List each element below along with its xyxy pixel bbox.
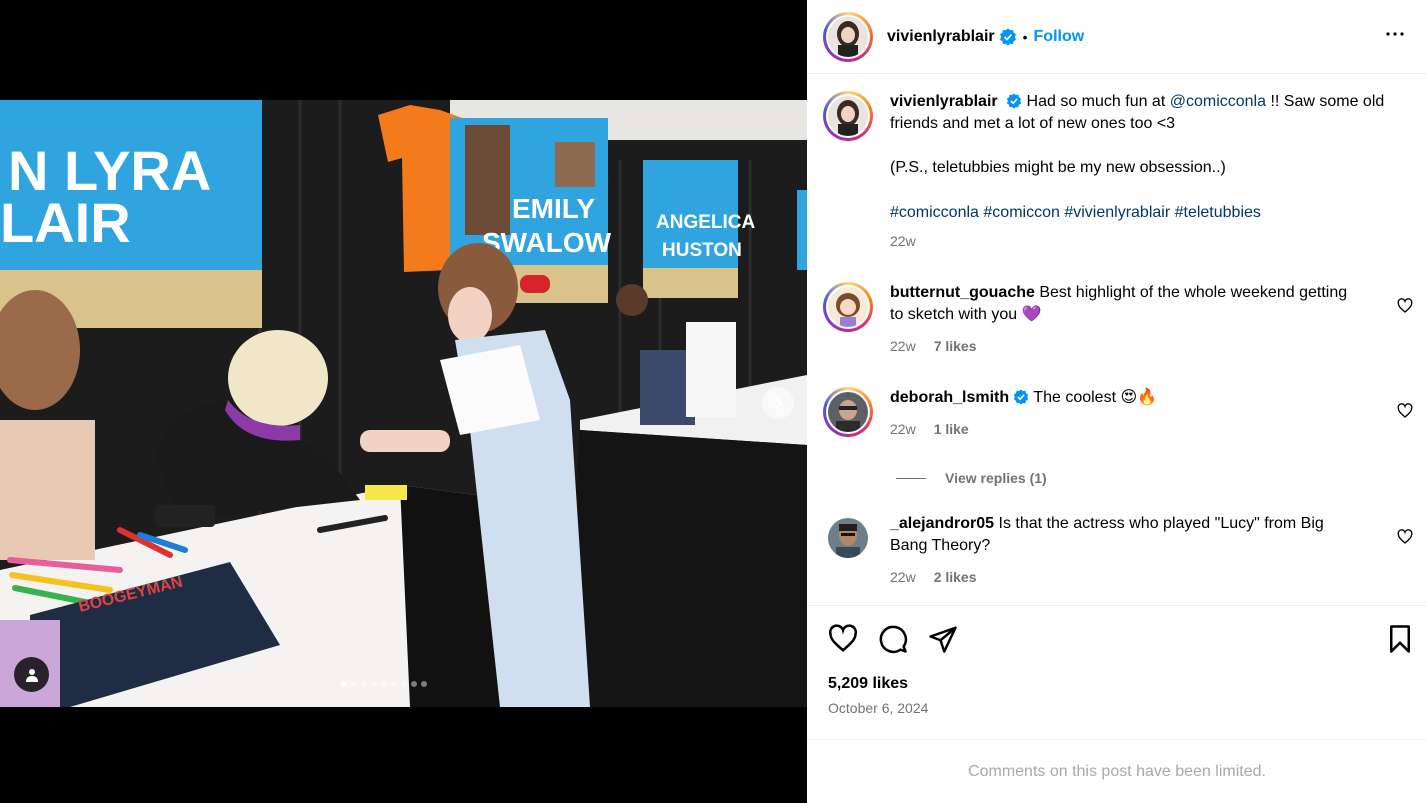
comment-likes[interactable]: 7 likes [934,335,977,357]
view-replies-label: View replies (1) [945,470,1047,486]
share-icon[interactable] [928,624,958,654]
comment-item: _alejandror05 Is that the actress who pl… [823,513,1413,588]
carousel-dot [371,681,377,687]
comment-item: butternut_gouache Best highlight of the … [823,282,1413,357]
comment-likes[interactable]: 1 like [934,418,969,440]
view-replies-button[interactable]: View replies (1) [896,470,1047,486]
caption-ps: (P.S., teletubbies might be my new obses… [890,159,1226,176]
banner-left-line2: LAIR [0,191,131,254]
commenter-avatar-image [828,392,868,432]
caption-mention[interactable]: @comicconla [1170,93,1266,110]
post-photo[interactable]: N LYRA LAIR EMILY SWALOW ANGELICA HUSTON [0,100,807,707]
carousel-dot [381,681,387,687]
banner-mid-line1: EMILY [512,193,595,224]
comment-timestamp[interactable]: 22w [890,418,916,440]
replies-divider [896,477,926,479]
banner-right-line2: HUSTON [662,240,742,261]
carousel-dot [411,681,417,687]
comment-username[interactable]: _alejandror05 [890,515,994,532]
media-pane: N LYRA LAIR EMILY SWALOW ANGELICA HUSTON [0,0,807,803]
caption-body: vivienlyrablair Had so much fun at @comi… [890,91,1390,252]
hashtag-link[interactable]: #vivienlyrablair [1064,204,1170,221]
hashtag-link[interactable]: #teletubbies [1175,204,1261,221]
heart-icon[interactable] [1397,298,1413,314]
comments-limited-text: Comments on this post have been limited. [968,762,1266,780]
author-avatar[interactable] [823,11,873,62]
comment-body: _alejandror05 Is that the actress who pl… [890,513,1360,588]
caption-username[interactable]: vivienlyrablair [890,93,998,110]
more-options-button[interactable] [1379,18,1411,55]
comment-meta: 22w 1 like [890,418,1360,440]
carousel-indicator [341,681,427,687]
verified-icon [1014,389,1029,405]
post-date[interactable]: October 6, 2024 [828,700,928,716]
commenter-avatar-image [828,287,868,327]
carousel-dot [341,681,347,687]
comments-limited-notice: Comments on this post have been limited. [807,739,1427,803]
like-count[interactable]: 5,209 likes [828,675,908,693]
commenter-avatar-image [828,518,868,558]
caption-timestamp[interactable]: 22w [890,230,916,252]
comment-meta: 22w 2 likes [890,566,1360,588]
commenter-avatar[interactable] [823,387,873,437]
author-avatar-image [828,16,868,57]
comment-body: deborah_lsmith The coolest 😍🔥 22w 1 like [890,387,1360,440]
heart-icon[interactable] [828,624,858,654]
comment-item: deborah_lsmith The coolest 😍🔥 22w 1 like [823,387,1413,440]
user-tag-icon [25,668,38,682]
heart-icon[interactable] [1397,529,1413,545]
heart-icon[interactable] [1397,403,1413,419]
comment-timestamp[interactable]: 22w [890,335,916,357]
carousel-dot [401,681,407,687]
comment-username[interactable]: deborah_lsmith [890,389,1009,406]
verified-icon [1006,93,1022,109]
next-slide-button[interactable] [762,387,794,419]
action-bar [807,605,1427,667]
carousel-dot [421,681,427,687]
next-arrow-icon [775,397,783,409]
photo-illustration: N LYRA LAIR EMILY SWALOW ANGELICA HUSTON [0,100,807,707]
caption: vivienlyrablair Had so much fun at @comi… [823,91,1413,252]
caption-text-start: Had so much fun at [1026,93,1170,110]
post-side-panel: vivienlyrablair • Follow vivienlyrablair… [807,0,1427,803]
bookmark-icon[interactable] [1385,624,1415,654]
tagged-users-button[interactable] [14,657,49,692]
caption-hashtags: #comicconla #comiccon #vivienlyrablair #… [890,202,1390,224]
caption-text: vivienlyrablair Had so much fun at @comi… [890,91,1390,135]
hashtag-link[interactable]: #comiccon [983,204,1059,221]
comments-list[interactable]: vivienlyrablair Had so much fun at @comi… [807,75,1427,605]
banner-right-line1: ANGELICA [656,212,756,233]
hashtag-link[interactable]: #comicconla [890,204,979,221]
post-header: vivienlyrablair • Follow [807,0,1427,74]
commenter-avatar[interactable] [823,282,873,332]
comment-timestamp[interactable]: 22w [890,566,916,588]
comment-meta: 22w 7 likes [890,335,1360,357]
commenter-avatar[interactable] [823,513,873,563]
header-separator: • [1022,28,1028,45]
comment-username[interactable]: butternut_gouache [890,284,1035,301]
author-username[interactable]: vivienlyrablair [887,28,995,46]
comment-icon[interactable] [878,624,908,654]
comment-body: butternut_gouache Best highlight of the … [890,282,1360,357]
caption-avatar[interactable] [823,91,873,141]
caption-avatar-image [828,96,868,136]
caption-meta: 22w [890,230,1390,252]
carousel-dot [351,681,357,687]
carousel-dot [361,681,367,687]
follow-button[interactable]: Follow [1034,28,1085,46]
verified-icon [999,28,1016,45]
more-icon [1386,32,1404,36]
carousel-dot [391,681,397,687]
comment-text: The coolest 😍🔥 [1033,389,1158,406]
comment-likes[interactable]: 2 likes [934,566,977,588]
